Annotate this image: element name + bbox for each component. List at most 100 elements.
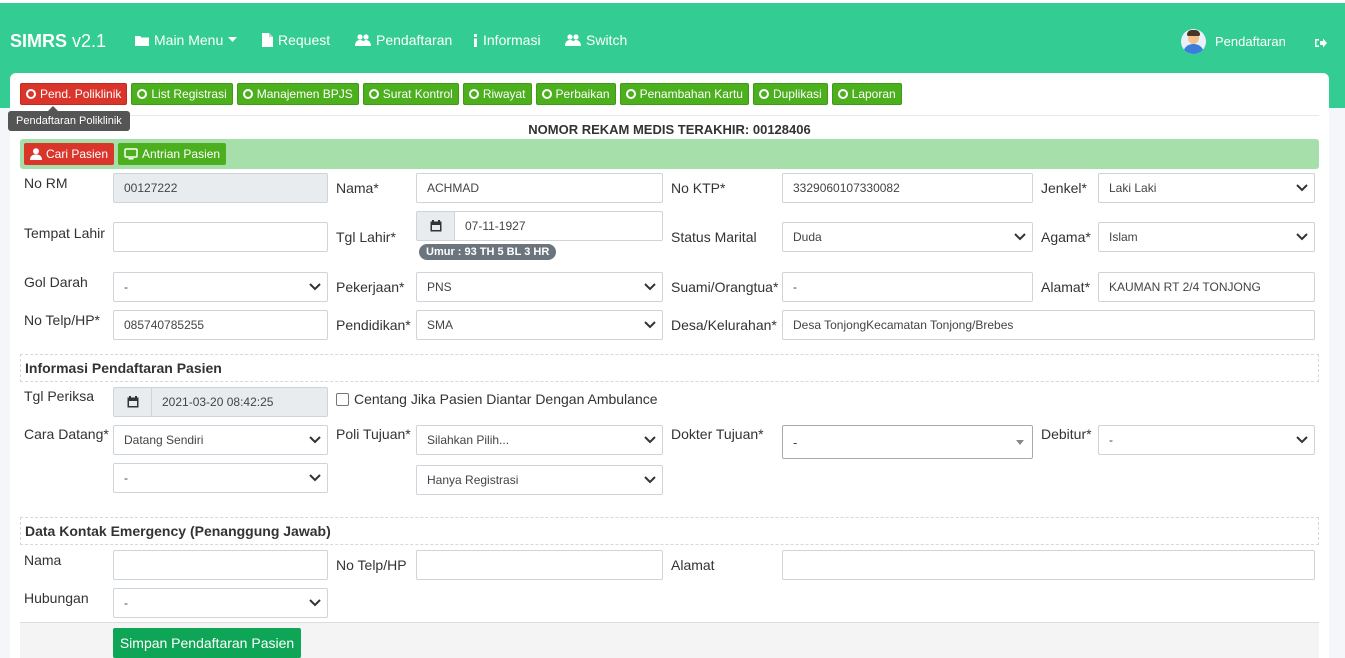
tempat-lahir-field[interactable] bbox=[113, 222, 328, 252]
chevron-down-icon bbox=[309, 474, 321, 482]
user-icon bbox=[30, 148, 42, 160]
calendar-addon[interactable] bbox=[113, 387, 152, 417]
chevron-down-icon bbox=[644, 436, 656, 444]
tab-label: Riwayat bbox=[482, 87, 526, 101]
tab-label: List Registrasi bbox=[151, 87, 227, 101]
tab-pend-poliklinik[interactable]: Pend. Poliklinik bbox=[20, 83, 128, 105]
tab-surat-kontrol[interactable]: Surat Kontrol bbox=[362, 83, 459, 105]
app-brand[interactable]: SIMRS v2.1 bbox=[10, 31, 106, 52]
action-bar: Cari Pasien Antrian Pasien bbox=[20, 139, 1319, 169]
chevron-down-icon bbox=[644, 476, 656, 484]
save-registration-button[interactable]: Simpan Pendaftaran Pasien bbox=[113, 628, 301, 658]
nav-switch-label: Switch bbox=[586, 32, 628, 48]
cara-datang-sub-select[interactable]: - bbox=[113, 463, 328, 493]
main-card: Pend. Poliklinik List Registrasi Manajem… bbox=[8, 73, 1329, 658]
emergency-alamat-field[interactable] bbox=[782, 550, 1315, 580]
users-icon bbox=[355, 34, 371, 46]
tab-perbaikan[interactable]: Perbaikan bbox=[535, 83, 616, 105]
poli-tujuan-label: Poli Tujuan* bbox=[336, 426, 411, 442]
cara-datang-select[interactable]: Datang Sendiri bbox=[113, 425, 328, 455]
info-icon bbox=[474, 33, 477, 47]
debitur-value: - bbox=[1109, 433, 1113, 447]
tgl-lahir-label: Tgl Lahir* bbox=[336, 229, 396, 245]
nama-label: Nama* bbox=[336, 180, 379, 196]
no-ktp-field[interactable]: 3329060107330082 bbox=[782, 173, 1033, 203]
circle-icon bbox=[468, 89, 479, 99]
caret-down-icon bbox=[228, 37, 238, 42]
pekerjaan-label: Pekerjaan* bbox=[336, 279, 405, 295]
circle-icon bbox=[541, 89, 552, 99]
circle-icon bbox=[837, 89, 848, 99]
alamat-field[interactable]: KAUMAN RT 2/4 TONJONG bbox=[1098, 272, 1315, 302]
nav-main-menu-label: Main Menu bbox=[154, 32, 224, 48]
pekerjaan-value: PNS bbox=[427, 280, 452, 294]
nav-main-menu[interactable]: Main Menu bbox=[135, 32, 238, 48]
desa-field[interactable]: Desa TonjongKecamatan Tonjong/Brebes bbox=[782, 310, 1315, 340]
nav-pendaftaran[interactable]: Pendaftaran bbox=[355, 32, 452, 48]
status-marital-select[interactable]: Duda bbox=[782, 222, 1033, 252]
avatar bbox=[1181, 29, 1206, 54]
logout-button[interactable] bbox=[1315, 36, 1327, 51]
chevron-down-icon bbox=[1296, 436, 1308, 444]
poli-tujuan-select[interactable]: Silahkan Pilih... bbox=[416, 425, 663, 455]
tab-tooltip: Pendaftaran Poliklinik bbox=[8, 106, 130, 131]
suami-orangtua-field[interactable]: - bbox=[782, 272, 1033, 302]
antrian-pasien-button[interactable]: Antrian Pasien bbox=[118, 143, 227, 165]
divider bbox=[20, 115, 1319, 116]
chevron-down-icon bbox=[1296, 233, 1308, 241]
dokter-tujuan-select[interactable]: - bbox=[782, 425, 1033, 459]
hubungan-label: Hubungan bbox=[24, 590, 89, 606]
tgl-lahir-field[interactable]: 07-11-1927 bbox=[454, 211, 663, 241]
brand-version: v2.1 bbox=[72, 31, 107, 51]
no-rm-label: No RM bbox=[24, 175, 68, 191]
tab-laporan[interactable]: Laporan bbox=[831, 83, 902, 105]
status-marital-label: Status Marital bbox=[671, 229, 757, 245]
agama-select[interactable]: Islam bbox=[1098, 222, 1315, 252]
emergency-telp-field[interactable] bbox=[416, 550, 663, 580]
no-rm-field[interactable]: 00127222 bbox=[113, 173, 328, 203]
navbar-top-edge bbox=[0, 0, 1345, 3]
no-ktp-label: No KTP* bbox=[671, 180, 726, 196]
registrasi-type-select[interactable]: Hanya Registrasi bbox=[416, 465, 663, 495]
gol-darah-value: - bbox=[124, 280, 128, 294]
ambulance-label: Centang Jika Pasien Diantar Dengan Ambul… bbox=[354, 391, 658, 407]
tab-riwayat[interactable]: Riwayat bbox=[462, 83, 532, 105]
tab-duplikasi[interactable]: Duplikasi bbox=[752, 83, 828, 105]
debitur-select[interactable]: - bbox=[1098, 425, 1315, 455]
suami-orangtua-label: Suami/Orangtua* bbox=[671, 279, 779, 295]
nav-request[interactable]: Request bbox=[262, 32, 330, 48]
tab-manajemen-bpjs[interactable]: Manajemen BPJS bbox=[236, 83, 359, 105]
emergency-nama-label: Nama bbox=[24, 552, 62, 568]
tab-penambahan-kartu[interactable]: Penambahan Kartu bbox=[619, 83, 749, 105]
gol-darah-select[interactable]: - bbox=[113, 272, 328, 302]
monitor-icon bbox=[124, 148, 138, 160]
circle-icon bbox=[26, 89, 36, 99]
pendidikan-select[interactable]: SMA bbox=[416, 310, 663, 340]
nama-field[interactable]: ACHMAD bbox=[416, 173, 663, 203]
jenkel-select[interactable]: Laki Laki bbox=[1098, 173, 1315, 203]
no-telp-field[interactable]: 085740785255 bbox=[113, 310, 328, 340]
tempat-lahir-label: Tempat Lahir bbox=[24, 225, 105, 241]
tab-label: Penambahan Kartu bbox=[639, 87, 743, 101]
tab-list-registrasi[interactable]: List Registrasi bbox=[131, 83, 233, 105]
dokter-tujuan-label: Dokter Tujuan* bbox=[671, 426, 764, 442]
status-marital-value: Duda bbox=[793, 230, 822, 244]
dokter-tujuan-value: - bbox=[793, 434, 798, 450]
tab-label: Pend. Poliklinik bbox=[40, 87, 122, 101]
jenkel-label: Jenkel* bbox=[1041, 180, 1087, 196]
ambulance-checkbox[interactable]: Centang Jika Pasien Diantar Dengan Ambul… bbox=[336, 391, 658, 407]
nav-informasi[interactable]: Informasi bbox=[473, 32, 541, 48]
nav-switch[interactable]: Switch bbox=[565, 32, 627, 48]
tgl-periksa-field[interactable]: 2021-03-20 08:42:25 bbox=[151, 387, 328, 417]
poli-tujuan-value: Silahkan Pilih... bbox=[427, 433, 510, 447]
tab-label: Perbaikan bbox=[555, 87, 610, 101]
emergency-nama-field[interactable] bbox=[113, 550, 328, 580]
cari-pasien-button[interactable]: Cari Pasien bbox=[24, 143, 115, 165]
nav-pendaftaran-label: Pendaftaran bbox=[376, 32, 453, 48]
hubungan-select[interactable]: - bbox=[113, 588, 328, 618]
desa-label: Desa/Kelurahan* bbox=[671, 317, 777, 333]
calendar-addon[interactable] bbox=[416, 211, 455, 241]
user-menu[interactable]: Pendaftaran bbox=[1181, 29, 1286, 54]
pekerjaan-select[interactable]: PNS bbox=[416, 272, 663, 302]
checkbox-box[interactable] bbox=[336, 392, 349, 406]
